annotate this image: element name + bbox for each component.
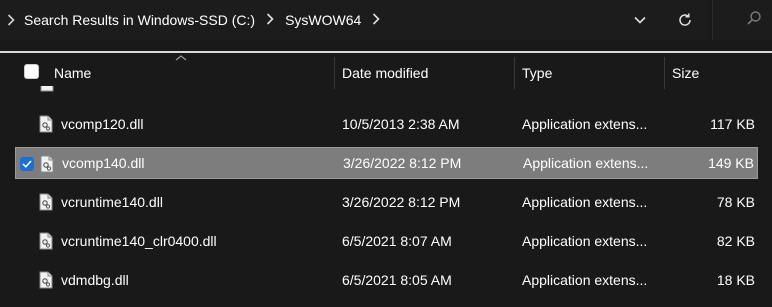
table-row[interactable]: vcruntime140.dll 3/26/2022 8:12 PM Appli… xyxy=(15,186,758,218)
chevron-right-icon[interactable] xyxy=(363,12,389,28)
file-name[interactable]: vcruntime140.dll xyxy=(61,186,163,218)
file-type: Application extens... xyxy=(522,233,648,249)
file-size: 82 KB xyxy=(716,233,755,249)
chevron-down-icon xyxy=(634,16,646,24)
file-size: 149 KB xyxy=(708,155,754,171)
select-all-checkbox[interactable] xyxy=(24,64,39,79)
file-date-modified: 10/5/2013 2:38 AM xyxy=(342,116,460,132)
breadcrumb-item-syswow64[interactable]: SysWOW64 xyxy=(283,12,363,28)
dll-file-icon xyxy=(39,193,53,211)
search-box[interactable] xyxy=(712,0,772,40)
partial-table-row xyxy=(40,86,760,94)
table-row[interactable]: vcruntime140_clr0400.dll 6/5/2021 8:07 A… xyxy=(15,225,758,257)
file-type: Application extens... xyxy=(522,116,648,132)
table-row[interactable]: vcomp140.dll 3/26/2022 8:12 PM Applicati… xyxy=(15,147,758,179)
dll-file-icon xyxy=(39,232,53,250)
dll-file-icon xyxy=(39,271,53,289)
file-size: 117 KB xyxy=(710,116,755,132)
file-date-modified: 6/5/2021 8:05 AM xyxy=(342,272,452,288)
refresh-button[interactable] xyxy=(670,6,700,34)
checkmark-icon[interactable] xyxy=(20,157,34,171)
file-size: 78 KB xyxy=(716,194,755,210)
file-name[interactable]: vcruntime140_clr0400.dll xyxy=(61,225,217,257)
file-name[interactable]: vcomp120.dll xyxy=(61,108,144,140)
column-header-type[interactable]: Type xyxy=(522,57,552,89)
dll-file-icon xyxy=(40,155,54,173)
address-divider xyxy=(0,51,772,53)
chevron-right-icon[interactable] xyxy=(0,0,22,40)
table-row[interactable]: vcomp120.dll 10/5/2013 2:38 AM Applicati… xyxy=(15,108,758,140)
file-type: Application extens... xyxy=(523,155,649,171)
file-size: 18 KB xyxy=(716,272,755,288)
column-resize-handle[interactable] xyxy=(334,57,335,89)
file-date-modified: 3/26/2022 8:12 PM xyxy=(342,194,461,210)
column-resize-handle[interactable] xyxy=(514,57,515,89)
column-header-date[interactable]: Date modified xyxy=(342,57,428,89)
chevron-right-icon[interactable] xyxy=(257,12,283,28)
file-date-modified: 3/26/2022 8:12 PM xyxy=(343,155,462,171)
column-resize-handle[interactable] xyxy=(664,57,665,89)
file-name[interactable]: vdmdbg.dll xyxy=(61,264,129,296)
file-date-modified: 6/5/2021 8:07 AM xyxy=(342,233,452,249)
refresh-icon xyxy=(679,13,691,26)
table-row[interactable]: vdmdbg.dll 6/5/2021 8:05 AM Application … xyxy=(15,264,758,296)
file-type: Application extens... xyxy=(522,272,648,288)
breadcrumb-item-search-results[interactable]: Search Results in Windows-SSD (C:) xyxy=(22,12,257,28)
dll-file-icon xyxy=(40,86,54,92)
file-name[interactable]: vcomp140.dll xyxy=(62,148,145,178)
dll-file-icon xyxy=(39,115,53,133)
column-header-size[interactable]: Size xyxy=(672,57,699,89)
column-header-row: Name Date modified Type Size xyxy=(0,57,772,89)
address-bar[interactable]: Search Results in Windows-SSD (C:) SysWO… xyxy=(0,0,708,40)
address-history-dropdown[interactable] xyxy=(625,6,655,34)
file-type: Application extens... xyxy=(522,194,648,210)
search-icon xyxy=(747,11,761,25)
column-header-name[interactable]: Name xyxy=(54,57,91,89)
